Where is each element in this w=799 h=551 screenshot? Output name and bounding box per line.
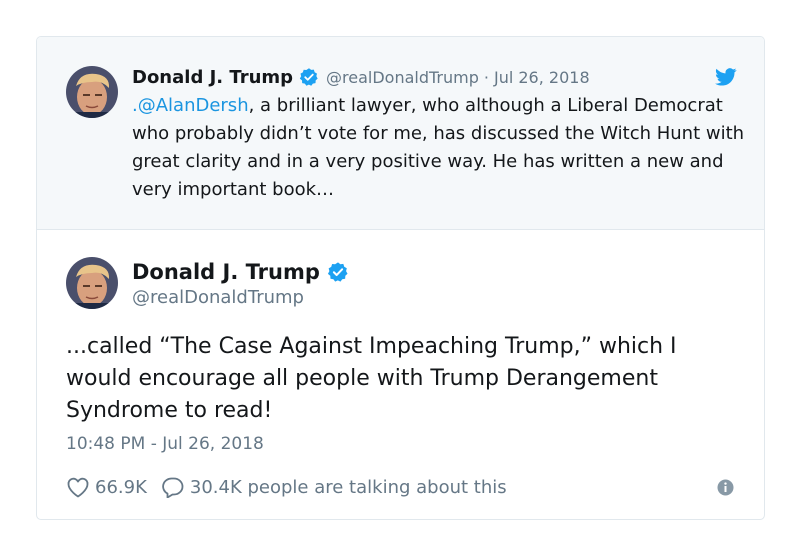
avatar[interactable] [66,66,118,118]
main-author-name[interactable]: Donald J. Trump [132,260,320,284]
reply-bubble-icon[interactable] [161,476,185,498]
heart-icon[interactable] [66,476,90,498]
quoted-tweet-date[interactable]: Jul 26, 2018 [494,68,590,87]
twitter-bird-icon[interactable] [715,68,737,86]
quoted-author-name[interactable]: Donald J. Trump [132,67,293,88]
quoted-author-handle[interactable]: @realDonaldTrump [326,68,479,87]
quoted-tweet-header: Donald J. Trump @realDonaldTrump · Jul 2… [132,64,590,90]
quoted-tweet[interactable]: Donald J. Trump @realDonaldTrump · Jul 2… [37,37,764,230]
main-tweet-header: Donald J. Trump [132,257,349,287]
tweet-actions: 66.9K 30.4K people are talking about thi… [66,473,507,501]
mention-link[interactable]: .@AlanDersh [132,95,249,116]
verified-badge-icon [327,262,348,282]
main-author-handle[interactable]: @realDonaldTrump [132,287,304,308]
main-tweet-text: ...called “The Case Against Impeaching T… [66,334,677,423]
verified-badge-icon [299,68,318,86]
talking-count[interactable]: 30.4K people are talking about this [190,477,507,498]
embedded-tweet-card: Donald J. Trump @realDonaldTrump · Jul 2… [36,36,765,520]
info-icon[interactable] [717,479,734,496]
like-count[interactable]: 66.9K [95,477,147,498]
tweet-timestamp[interactable]: 10:48 PM - Jul 26, 2018 [66,434,264,454]
avatar[interactable] [66,257,118,309]
separator-dot: · [483,67,489,87]
quoted-tweet-text: .@AlanDersh, a brilliant lawyer, who alt… [132,92,747,204]
